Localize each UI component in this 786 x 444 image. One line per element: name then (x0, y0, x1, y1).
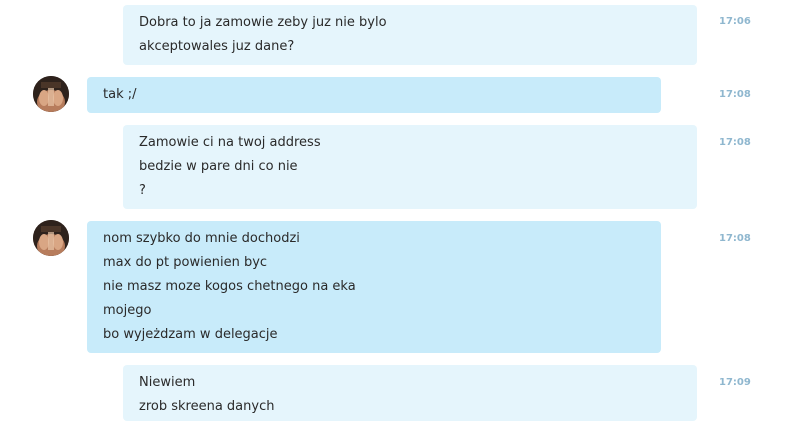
message-bubble-sent[interactable]: Dobra to ja zamowie zeby juz nie bylo ak… (123, 5, 697, 65)
message-line: Dobra to ja zamowie zeby juz nie bylo (139, 15, 387, 30)
message-line: nie masz moze kogos chetnego na eka (103, 279, 356, 294)
avatar-photo-icon (33, 76, 69, 112)
message-line: Zamowie ci na twoj address (139, 135, 321, 150)
message-line: tak ;/ (103, 87, 137, 102)
message-line: nom szybko do mnie dochodzi (103, 231, 300, 246)
message-line: bo wyjeżdzam w delegacje (103, 327, 278, 342)
message-line: max do pt powienien byc (103, 255, 268, 270)
contact-avatar[interactable] (33, 76, 69, 112)
message-line: mojego (103, 303, 152, 318)
message-timestamp: 17:08 (719, 233, 751, 244)
message-bubble-sent[interactable]: Niewiem zrob skreena danych (123, 365, 697, 421)
message-line: zrob skreena danych (139, 399, 275, 414)
message-bubble-received[interactable]: nom szybko do mnie dochodzi max do pt po… (87, 221, 661, 353)
message-timestamp: 17:08 (719, 137, 751, 148)
avatar-photo-icon (33, 220, 69, 256)
message-line: akceptowales juz dane? (139, 39, 295, 54)
message-timestamp: 17:08 (719, 89, 751, 100)
message-timestamp: 17:06 (719, 16, 751, 27)
message-bubble-received[interactable]: tak ;/ (87, 77, 661, 113)
message-line: ? (139, 183, 146, 198)
chat-conversation: Dobra to ja zamowie zeby juz nie bylo ak… (0, 0, 786, 444)
message-bubble-sent[interactable]: Zamowie ci na twoj address bedzie w pare… (123, 125, 697, 209)
contact-avatar[interactable] (33, 220, 69, 256)
message-line: bedzie w pare dni co nie (139, 159, 298, 174)
message-timestamp: 17:09 (719, 377, 751, 388)
message-line: Niewiem (139, 375, 196, 390)
